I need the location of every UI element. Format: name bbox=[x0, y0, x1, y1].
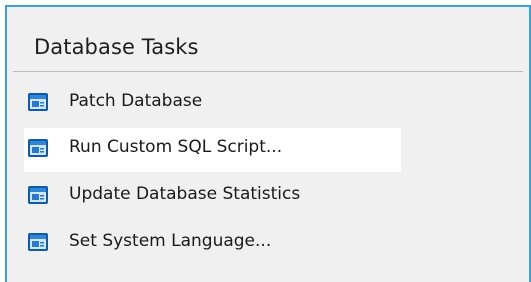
title-divider bbox=[13, 71, 523, 72]
task-label: Update Database Statistics bbox=[69, 184, 301, 204]
database-tasks-panel: Database Tasks Patch Database Run Custom… bbox=[5, 5, 531, 282]
task-update-database-statistics[interactable]: Update Database Statistics bbox=[24, 175, 384, 219]
panel-title: Database Tasks bbox=[34, 35, 199, 59]
task-label: Set System Language... bbox=[69, 231, 272, 251]
database-task-icon bbox=[27, 232, 49, 252]
database-task-icon bbox=[27, 138, 49, 158]
task-label: Run Custom SQL Script... bbox=[69, 137, 283, 157]
task-set-system-language[interactable]: Set System Language... bbox=[24, 222, 344, 266]
database-task-icon bbox=[27, 185, 49, 205]
task-run-custom-sql-script[interactable]: Run Custom SQL Script... bbox=[24, 128, 401, 172]
database-task-icon bbox=[27, 92, 49, 112]
task-patch-database[interactable]: Patch Database bbox=[24, 82, 284, 126]
task-label: Patch Database bbox=[69, 91, 203, 111]
